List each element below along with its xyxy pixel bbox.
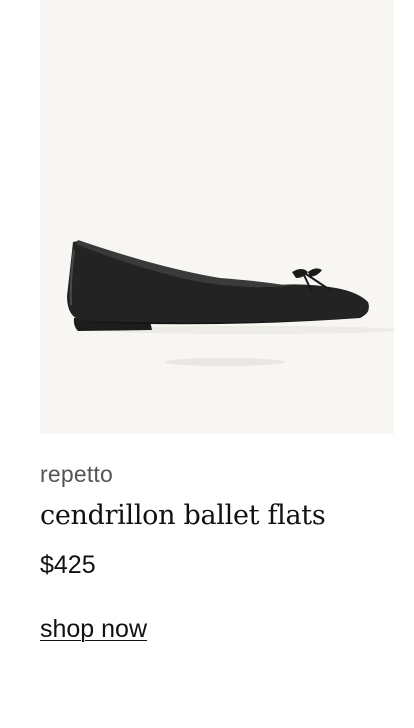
shoe-shadow (165, 358, 285, 366)
product-brand: repetto (40, 461, 114, 487)
product-price: $425 (40, 551, 96, 579)
product-card[interactable]: repetto cendrillon ballet flats $425 sho… (40, 0, 394, 644)
ballet-flat-image (67, 240, 394, 366)
product-name[interactable]: cendrillon ballet flats (40, 500, 394, 532)
product-image[interactable] (40, 0, 394, 434)
shop-now-link[interactable]: shop now (40, 614, 147, 644)
